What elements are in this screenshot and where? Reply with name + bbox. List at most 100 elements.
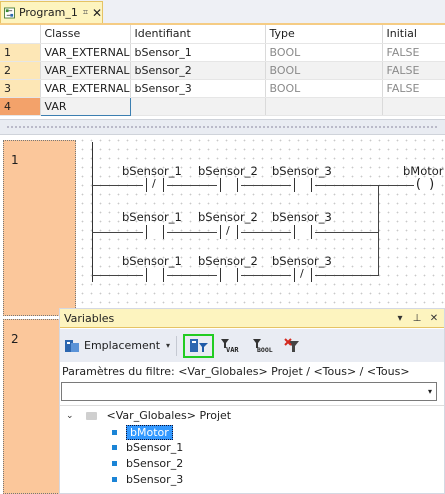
table-row[interactable]: 3 VAR_EXTERNAL bSensor_3 BOOL FALSE	[0, 79, 445, 98]
network-1[interactable]: 1	[3, 140, 76, 316]
cell-initial[interactable]: FALSE	[382, 43, 445, 62]
folder-icon	[85, 411, 97, 420]
contact-label[interactable]: bSensor_2	[198, 254, 258, 268]
row-number[interactable]: 3	[0, 79, 41, 98]
tree-item[interactable]: bSensor_2	[112, 457, 183, 470]
cell-identifiant[interactable]: bSensor_1	[130, 43, 266, 62]
clear-filter-button[interactable]	[284, 335, 302, 357]
variable-icon	[112, 461, 117, 466]
tree-root[interactable]: ⌄ <Var_Globales> Projet	[66, 409, 231, 422]
cell-initial[interactable]: FALSE	[382, 79, 445, 98]
row-number[interactable]: 2	[0, 61, 41, 80]
bool-filter-button[interactable]: BOOL	[252, 335, 278, 357]
variable-tree[interactable]: ⌄ <Var_Globales> Projet bMotor bSensor_1…	[60, 405, 444, 493]
close-icon[interactable]: ✕	[427, 313, 441, 324]
bool-filter-icon: BOOL	[253, 338, 273, 354]
tab-program-1[interactable]: Program_1 ⌗ ✕	[0, 1, 103, 23]
table-row[interactable]: 1 VAR_EXTERNAL bSensor_1 BOOL FALSE	[0, 43, 445, 62]
chevron-down-icon[interactable]: ▾	[428, 387, 432, 396]
variables-panel: Variables ▾ ⊥ ✕ Emplacement ▾ VAR BOOL P…	[59, 308, 445, 494]
contact-label[interactable]: bSensor_3	[272, 210, 332, 224]
contact-nc[interactable]: /	[143, 177, 167, 192]
contact-label[interactable]: bSensor_1	[122, 210, 182, 224]
cell-type[interactable]: BOOL	[265, 79, 383, 98]
var-filter-button[interactable]: VAR	[220, 335, 246, 357]
filter-parameters: Paramètres du filtre: <Var_Globales> Pro…	[62, 365, 410, 378]
contact-label[interactable]: bSensor_3	[272, 254, 332, 268]
header-classe[interactable]: Classe	[40, 25, 131, 44]
clear-filter-icon	[284, 337, 300, 352]
cell-type[interactable]: BOOL	[265, 43, 383, 62]
header-type[interactable]: Type	[265, 25, 383, 44]
cell-initial[interactable]	[382, 97, 445, 116]
tree-item[interactable]: bSensor_3	[112, 473, 183, 486]
bool-icon-text: BOOL	[257, 346, 273, 354]
contact-no[interactable]	[291, 225, 315, 239]
cell-initial[interactable]: FALSE	[382, 61, 445, 80]
pin-icon[interactable]: ⌗	[83, 8, 88, 18]
variable-icon	[112, 477, 117, 482]
tree-item[interactable]: bMotor	[112, 425, 173, 440]
tree-item-label: bSensor_1	[126, 441, 184, 454]
expand-toggle-icon[interactable]: ⌄	[66, 411, 74, 421]
contact-label[interactable]: bSensor_1	[122, 164, 182, 178]
contact-no[interactable]	[217, 268, 241, 282]
table-header: Classe Identifiant Type Initial	[0, 25, 445, 44]
editor-window: Program_1 ⌗ ✕ Classe Identifiant Type In…	[0, 0, 445, 494]
dropdown-icon[interactable]: ▾	[393, 313, 407, 324]
cell-type[interactable]: BOOL	[265, 61, 383, 80]
emplacement-button[interactable]: Emplacement ▾	[64, 335, 170, 357]
close-tab-icon[interactable]: ✕	[92, 6, 102, 20]
cell-identifiant[interactable]	[130, 97, 266, 116]
pin-icon[interactable]: ⊥	[410, 313, 424, 324]
cell-type[interactable]	[265, 97, 383, 116]
contact-modifier: /	[226, 224, 230, 237]
tab-bar: Program_1 ⌗ ✕	[0, 0, 445, 24]
row-number[interactable]: 4	[0, 97, 41, 116]
variable-icon	[112, 430, 117, 435]
contact-nc[interactable]: /	[217, 224, 241, 239]
contact-no[interactable]	[143, 268, 167, 282]
contact-no[interactable]	[143, 225, 167, 239]
header-initial[interactable]: Initial	[382, 25, 445, 44]
cell-classe[interactable]: VAR	[39, 96, 131, 116]
contact-label[interactable]: bSensor_2	[198, 210, 258, 224]
cell-classe[interactable]: VAR_EXTERNAL	[40, 79, 131, 98]
or-junction	[378, 185, 379, 276]
panel-toolbar: Emplacement ▾ VAR BOOL	[60, 329, 444, 362]
cell-classe[interactable]: VAR_EXTERNAL	[40, 43, 131, 62]
var-filter-icon: VAR	[221, 338, 239, 354]
contact-label[interactable]: bSensor_2	[198, 164, 258, 178]
contact-label[interactable]: bSensor_1	[122, 254, 182, 268]
var-icon-text: VAR	[226, 346, 239, 354]
splitter[interactable]	[0, 119, 445, 135]
contact-no[interactable]	[291, 178, 315, 192]
table-row[interactable]: 4 VAR	[0, 96, 445, 116]
cell-identifiant[interactable]: bSensor_3	[130, 79, 266, 98]
cell-classe[interactable]: VAR_EXTERNAL	[40, 61, 131, 80]
filter-combo[interactable]: ▾	[61, 382, 437, 401]
filter-button[interactable]	[183, 333, 215, 358]
tree-item-label: bSensor_3	[126, 473, 184, 486]
cell-identifiant[interactable]: bSensor_2	[130, 61, 266, 80]
tree-item-label: bMotor	[126, 425, 173, 440]
header-corner	[0, 25, 41, 44]
contact-label[interactable]: bSensor_3	[272, 164, 332, 178]
row-number[interactable]: 1	[0, 43, 41, 62]
table-row[interactable]: 2 VAR_EXTERNAL bSensor_2 BOOL FALSE	[0, 61, 445, 80]
splitter-grip	[6, 126, 439, 128]
network-number: 2	[11, 332, 19, 346]
emplacement-icon	[65, 339, 79, 352]
emplacement-label: Emplacement	[84, 339, 161, 352]
contact-nc[interactable]: /	[291, 267, 315, 282]
contact-no[interactable]	[217, 178, 241, 192]
header-identifiant[interactable]: Identifiant	[130, 25, 266, 44]
tree-item[interactable]: bSensor_1	[112, 441, 183, 454]
panel-title-bar[interactable]: Variables ▾ ⊥ ✕	[60, 309, 444, 328]
output-coil[interactable]: ( )	[414, 178, 438, 192]
left-power-rail	[92, 142, 93, 282]
coil-label[interactable]: bMotor	[403, 164, 444, 178]
contact-modifier: /	[300, 267, 304, 280]
program-icon	[4, 7, 15, 18]
tab-title: Program_1	[18, 6, 78, 19]
